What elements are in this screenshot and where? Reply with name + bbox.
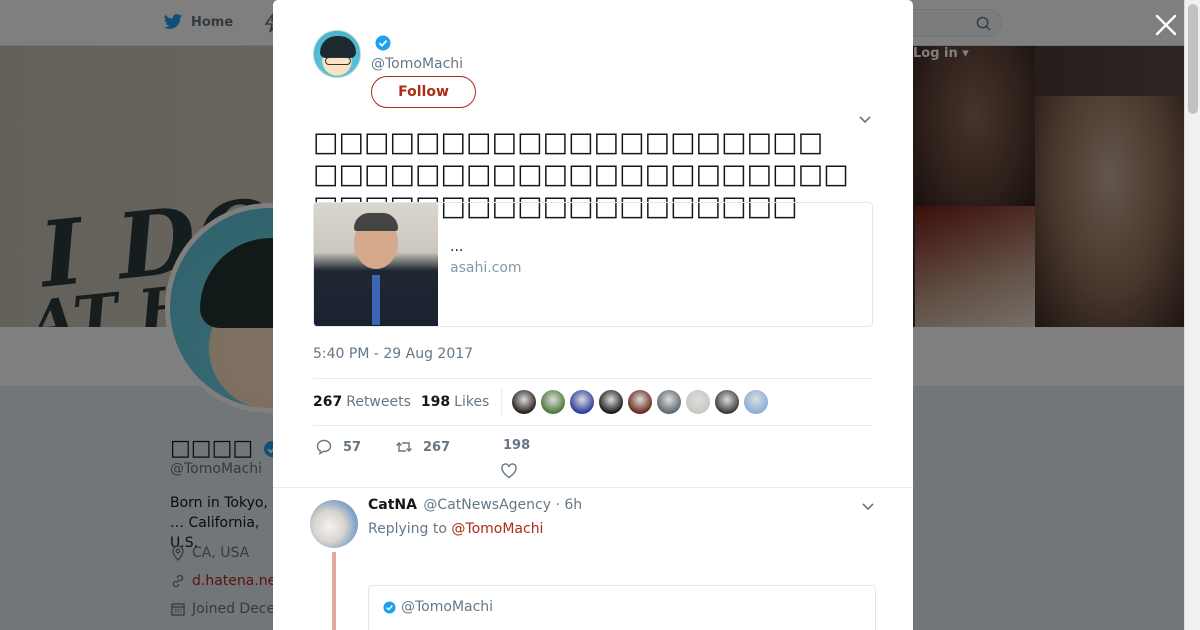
retweets-label: Retweets: [346, 394, 411, 410]
retweet-button[interactable]: 267: [395, 438, 450, 456]
liker-avatar[interactable]: [541, 390, 566, 414]
like-count: 198: [503, 438, 531, 453]
liker-avatar[interactable]: [628, 390, 653, 414]
tweet-timestamp: 5:40 PM - 29 Aug 2017: [313, 346, 474, 362]
reply-author-handle[interactable]: @CatNewsAgency: [423, 497, 551, 513]
close-icon[interactable]: [1153, 12, 1179, 38]
tweet-author-avatar[interactable]: [313, 30, 361, 78]
heart-icon[interactable]: [500, 462, 518, 480]
stats-divider: [501, 388, 503, 416]
tweet-stats: 267 Retweets 198 Likes: [313, 378, 873, 426]
retweets-stat[interactable]: 267 Retweets: [313, 394, 411, 410]
replying-to: Replying to @TomoMachi: [368, 521, 543, 537]
thread-connector-line: [332, 552, 336, 630]
like-count-wrap[interactable]: 198: [503, 438, 530, 453]
retweet-icon: [396, 442, 412, 452]
retweets-count: 267: [313, 394, 343, 410]
tweet-actions: 57 267 198: [313, 436, 873, 479]
liker-avatar[interactable]: [686, 390, 711, 414]
replying-to-prefix: Replying to: [368, 521, 447, 537]
modal-divider: [273, 487, 913, 488]
link-preview-card[interactable]: ... asahi.com: [313, 202, 873, 327]
likes-label: Likes: [454, 394, 490, 410]
liker-avatar[interactable]: [570, 390, 595, 414]
chevron-down-icon[interactable]: [861, 499, 875, 513]
liker-avatar[interactable]: [715, 390, 740, 414]
retweet-count: 267: [423, 439, 451, 455]
verified-badge-icon: [383, 600, 396, 614]
likes-count: 198: [420, 394, 451, 410]
tweet-text-line1: □□□□□□□□□□□□□□□□□□□□: [313, 127, 824, 158]
page-scrollbar[interactable]: [1184, 0, 1200, 630]
reply-count: 57: [343, 439, 362, 455]
reply-button[interactable]: 57: [315, 438, 361, 456]
liker-avatar[interactable]: [512, 390, 537, 414]
reply-time[interactable]: · 6h: [555, 497, 582, 513]
liker-avatars: [512, 390, 769, 414]
liker-avatar[interactable]: [657, 390, 682, 414]
chevron-down-icon[interactable]: [858, 112, 872, 126]
likes-stat[interactable]: 198 Likes: [421, 394, 489, 410]
quoted-tweet-handle: @TomoMachi: [401, 599, 494, 615]
quoted-tweet[interactable]: @TomoMachi: [368, 585, 876, 630]
follow-button[interactable]: Follow: [371, 76, 476, 108]
quoted-tweet-header: @TomoMachi: [383, 599, 493, 615]
scrollbar-thumb[interactable]: [1188, 4, 1198, 114]
card-domain: asahi.com: [450, 260, 522, 276]
reply-header: CatNA @CatNewsAgency · 6h: [368, 497, 582, 513]
liker-avatar[interactable]: [599, 390, 624, 414]
card-thumbnail-image: [314, 203, 438, 326]
liker-avatar[interactable]: [744, 390, 769, 414]
tweet-modal: @TomoMachi Follow □□□□□□□□□□□□□□□□□□□□ □…: [273, 0, 913, 630]
reply-author-avatar[interactable]: [310, 500, 358, 548]
reply-icon: [316, 439, 332, 455]
replying-to-mention[interactable]: @TomoMachi: [451, 521, 543, 537]
verified-badge-icon: [375, 35, 391, 51]
card-title: ...: [450, 239, 464, 255]
reply-author-name[interactable]: CatNA: [368, 497, 417, 513]
tweet-author-handle[interactable]: @TomoMachi: [371, 56, 463, 72]
